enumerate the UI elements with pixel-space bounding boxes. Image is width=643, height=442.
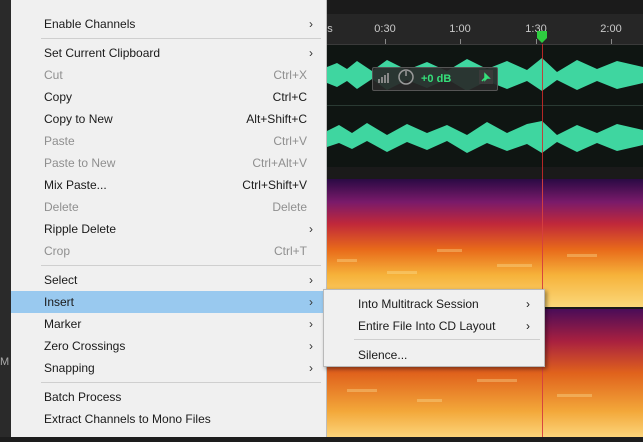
level-meter-icon [377,70,391,89]
gain-readout[interactable]: +0 dB [421,73,451,85]
menu-item-label: Copy to New [44,112,113,126]
menu-item-shortcut: Alt+Shift+C [246,112,307,126]
tick-label: 2:00 [600,23,622,35]
submenu-arrow-icon: › [309,361,313,375]
menu-item-batch-process[interactable]: Batch Process [11,386,327,408]
menu-item-shortcut: Delete [272,200,307,214]
playhead-line [542,44,543,437]
menu-separator [41,265,321,266]
menu-item-zero-crossings[interactable]: Zero Crossings › [11,335,327,357]
tick-label: 1:00 [449,23,471,35]
menu-item-label: Snapping [44,361,95,375]
menu-separator [41,382,321,383]
menu-item-set-current-clipboard[interactable]: Set Current Clipboard › [11,42,327,64]
menu-item-shortcut: Ctrl+X [273,68,307,82]
timeline-ruler[interactable]: s 0:30 1:00 1:30 2:00 [327,14,643,45]
menu-item-shortcut: Ctrl+V [273,134,307,148]
tick-mark [385,39,386,44]
menu-item-label: Batch Process [44,390,122,404]
tick-mark [611,39,612,44]
editor-top-bar [327,0,643,14]
menu-item-crop[interactable]: Crop Ctrl+T [11,240,327,262]
menu-item-shortcut: Ctrl+C [272,90,307,104]
submenu-arrow-icon: › [309,339,313,353]
menu-item-label: Enable Channels [44,17,136,31]
menu-item-insert[interactable]: Insert › [11,291,327,313]
playhead-marker-icon[interactable] [536,30,548,44]
submenu-arrow-icon: › [309,17,313,31]
submenu-arrow-icon: › [309,295,313,309]
menu-item-cut[interactable]: Cut Ctrl+X [11,64,327,86]
track-divider [327,167,643,179]
menu-separator [354,339,540,340]
submenu-item-silence[interactable]: Silence... [324,343,544,365]
menu-item-copy-to-new[interactable]: Copy to New Alt+Shift+C [11,108,327,130]
menu-item-label: Zero Crossings [44,339,126,353]
menu-item-copy[interactable]: Copy Ctrl+C [11,86,327,108]
menu-item-paste[interactable]: Paste Ctrl+V [11,130,327,152]
submenu-arrow-icon: › [309,46,313,60]
submenu-arrow-icon: › [309,317,313,331]
menu-item-label: Set Current Clipboard [44,46,161,60]
volume-knob-icon[interactable] [397,68,415,91]
menu-item-extract-channels[interactable]: Extract Channels to Mono Files [11,408,327,430]
insert-submenu[interactable]: Into Multitrack Session › Entire File In… [323,289,545,367]
menu-item-mix-paste[interactable]: Mix Paste... Ctrl+Shift+V [11,174,327,196]
submenu-item-label: Entire File Into CD Layout [358,319,496,333]
submenu-arrow-icon: › [309,222,313,236]
menu-item-marker[interactable]: Marker › [11,313,327,335]
menu-item-label: Insert [44,295,75,309]
menu-item-paste-to-new[interactable]: Paste to New Ctrl+Alt+V [11,152,327,174]
menu-separator [41,38,321,39]
menu-item-label: Cut [44,68,63,82]
tick-mark [460,39,461,44]
waveform-graphic [327,58,643,153]
tick-label: s [327,23,333,35]
menu-item-shortcut: Ctrl+Alt+V [252,156,307,170]
menu-item-label: Extract Channels to Mono Files [44,412,211,426]
submenu-item-into-cd-layout[interactable]: Entire File Into CD Layout › [324,314,544,336]
menu-item-label: Select [44,273,78,287]
submenu-arrow-icon: › [309,273,313,287]
menu-item-label: Paste [44,134,75,148]
menu-item-label: Crop [44,244,71,258]
menu-item-label: Marker [44,317,82,331]
submenu-item-label: Into Multitrack Session [358,297,479,311]
gain-hud[interactable]: +0 dB [372,67,498,91]
menu-item-shortcut: Ctrl+Shift+V [242,178,307,192]
menu-item-label: Mix Paste... [44,178,107,192]
menu-item-label: Ripple Delete [44,222,117,236]
menu-item-delete[interactable]: Delete Delete [11,196,327,218]
menu-item-enable-channels[interactable]: Enable Channels › [11,13,327,35]
submenu-arrow-icon: › [526,297,530,311]
submenu-arrow-icon: › [526,319,530,333]
submenu-item-label: Silence... [358,348,408,362]
edit-context-menu[interactable]: Enable Channels › Set Current Clipboard … [11,0,327,437]
menu-item-select[interactable]: Select › [11,269,327,291]
menu-item-snapping[interactable]: Snapping › [11,357,327,379]
menu-item-label: Delete [44,200,79,214]
menu-item-shortcut: Ctrl+T [274,244,307,258]
tick-label: 0:30 [374,23,396,35]
waveform-display[interactable] [327,45,643,167]
menu-item-label: Paste to New [44,156,116,170]
menu-item-ripple-delete[interactable]: Ripple Delete › [11,218,327,240]
menu-item-label: Copy [44,90,73,104]
submenu-item-into-multitrack[interactable]: Into Multitrack Session › [324,292,544,314]
pin-icon[interactable] [479,69,493,89]
